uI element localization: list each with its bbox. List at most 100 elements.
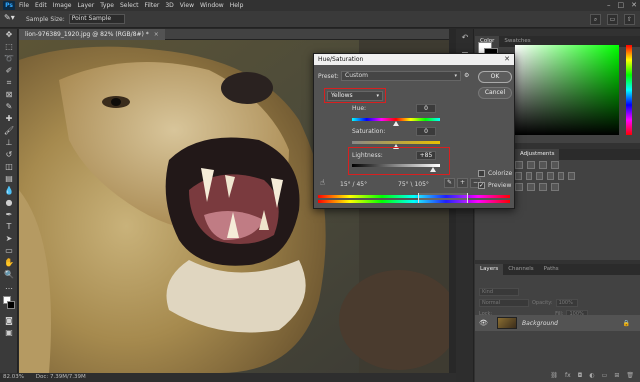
- tab-channels[interactable]: Channels: [503, 264, 538, 275]
- workspace-icon[interactable]: ▭: [607, 14, 618, 25]
- add-mask-icon[interactable]: ◘: [578, 372, 583, 382]
- color-balance-icon[interactable]: [536, 172, 544, 180]
- group-icon[interactable]: ▭: [602, 372, 608, 382]
- hand-adjust-icon[interactable]: ☝: [320, 178, 325, 187]
- marquee-tool-icon[interactable]: ⬚: [0, 41, 18, 53]
- hue-slider[interactable]: [626, 45, 632, 135]
- menu-view[interactable]: View: [180, 2, 194, 9]
- ok-button[interactable]: OK: [478, 71, 512, 83]
- menu-select[interactable]: Select: [120, 2, 139, 9]
- eraser-tool-icon[interactable]: ◫: [0, 161, 18, 173]
- threshold-icon[interactable]: [539, 183, 547, 191]
- menu-3d[interactable]: 3D: [165, 2, 173, 9]
- path-select-icon[interactable]: ➤: [0, 233, 18, 245]
- menu-help[interactable]: Help: [230, 2, 244, 9]
- brightness-contrast-icon[interactable]: [515, 161, 523, 169]
- healing-brush-icon[interactable]: ✚: [0, 113, 18, 125]
- foreground-background-colors[interactable]: [0, 293, 18, 315]
- preview-option[interactable]: ✓ Preview: [478, 182, 511, 189]
- eyedropper-icon[interactable]: ✎: [444, 178, 455, 188]
- document-tab[interactable]: lion-976389_1920.jpg @ 82% (RGB/8#) * ×: [19, 29, 165, 40]
- vibrance-icon[interactable]: [515, 172, 522, 180]
- opacity-input[interactable]: 100%: [555, 299, 578, 307]
- menu-image[interactable]: Image: [53, 2, 72, 9]
- dialog-close-icon[interactable]: ✕: [504, 54, 510, 65]
- colorize-checkbox[interactable]: [478, 170, 485, 177]
- curves-icon[interactable]: [539, 161, 547, 169]
- layer-style-icon[interactable]: fx: [565, 372, 571, 382]
- close-window-button[interactable]: ✕: [631, 1, 637, 9]
- clone-stamp-icon[interactable]: ⊥: [0, 137, 18, 149]
- hue-slider-thumb[interactable]: [393, 121, 399, 126]
- sample-size-select[interactable]: Point Sample: [68, 14, 125, 24]
- brush-tool-icon[interactable]: 🖌: [0, 125, 18, 137]
- posterize-icon[interactable]: [527, 183, 535, 191]
- layer-filter-select[interactable]: Kind: [479, 288, 519, 296]
- black-white-icon[interactable]: [547, 172, 554, 180]
- dodge-tool-icon[interactable]: ●: [0, 197, 18, 209]
- background-swatch[interactable]: [7, 301, 15, 309]
- zoom-tool-icon[interactable]: 🔍: [0, 269, 18, 281]
- link-layers-icon[interactable]: ⛓: [550, 372, 558, 382]
- invert-icon[interactable]: [515, 183, 523, 191]
- crop-tool-icon[interactable]: ⌗: [0, 77, 18, 89]
- levels-icon[interactable]: [527, 161, 535, 169]
- history-icon[interactable]: ↶: [456, 29, 474, 47]
- gradient-map-icon[interactable]: [551, 183, 559, 191]
- gear-icon[interactable]: ⚙: [464, 72, 469, 79]
- hue-saturation-icon[interactable]: [525, 172, 533, 180]
- color-range-selector[interactable]: [418, 193, 468, 203]
- tab-paths[interactable]: Paths: [539, 264, 564, 275]
- quick-mask-icon[interactable]: ◙: [0, 315, 18, 327]
- menu-type[interactable]: Type: [100, 2, 114, 9]
- visibility-eye-icon[interactable]: 👁: [479, 319, 489, 327]
- menu-window[interactable]: Window: [200, 2, 224, 9]
- adjustment-layer-icon[interactable]: ◐: [589, 372, 594, 382]
- search-icon[interactable]: ⌕: [590, 14, 601, 25]
- hand-tool-icon[interactable]: ✋: [0, 257, 18, 269]
- dialog-titlebar[interactable]: Hue/Saturation ✕: [314, 54, 514, 65]
- frame-tool-icon[interactable]: ⊠: [0, 89, 18, 101]
- menu-layer[interactable]: Layer: [77, 2, 94, 9]
- minimize-button[interactable]: –: [607, 1, 611, 9]
- preset-select[interactable]: Custom ▾: [341, 71, 461, 81]
- tab-adjustments[interactable]: Adjustments: [515, 149, 560, 160]
- gradient-tool-icon[interactable]: ▤: [0, 173, 18, 185]
- rectangle-tool-icon[interactable]: ▭: [0, 245, 18, 257]
- preview-checkbox[interactable]: ✓: [478, 182, 485, 189]
- pen-tool-icon[interactable]: ✒: [0, 209, 18, 221]
- hue-input[interactable]: 0: [416, 104, 436, 113]
- zoom-readout[interactable]: 82.03%: [3, 374, 24, 380]
- eyedropper-add-icon[interactable]: +: [457, 178, 468, 188]
- layer-name[interactable]: Background: [522, 320, 558, 327]
- maximize-button[interactable]: □: [618, 1, 625, 9]
- exposure-icon[interactable]: [551, 161, 559, 169]
- layer-row-background[interactable]: 👁 Background 🔒: [475, 315, 640, 331]
- cancel-button[interactable]: Cancel: [478, 87, 512, 99]
- more-tools-icon[interactable]: …: [0, 281, 18, 293]
- chevron-down-icon: ▾: [454, 73, 457, 79]
- eyedropper-icon[interactable]: ✎: [0, 101, 18, 113]
- trash-icon[interactable]: 🗑: [626, 372, 634, 382]
- blend-mode-select[interactable]: Normal: [479, 299, 529, 307]
- new-layer-icon[interactable]: ⊞: [614, 372, 619, 382]
- tab-layers[interactable]: Layers: [475, 264, 504, 275]
- close-document-icon[interactable]: ×: [154, 31, 159, 38]
- saturation-input[interactable]: 0: [416, 127, 436, 136]
- quick-select-tool-icon[interactable]: ✐: [0, 65, 18, 77]
- share-icon[interactable]: ⇧: [624, 14, 635, 25]
- colorize-option[interactable]: Colorize: [478, 170, 512, 177]
- channel-mixer-icon[interactable]: [568, 172, 576, 180]
- move-tool-icon[interactable]: ✥: [0, 29, 18, 41]
- screen-mode-icon[interactable]: ▣: [0, 327, 18, 339]
- blur-tool-icon[interactable]: 💧: [0, 185, 18, 197]
- type-tool-icon[interactable]: T: [0, 221, 18, 233]
- history-brush-icon[interactable]: ↺: [0, 149, 18, 161]
- color-picker-field[interactable]: [515, 45, 619, 135]
- menu-edit[interactable]: Edit: [35, 2, 47, 9]
- photo-filter-icon[interactable]: [557, 172, 565, 180]
- menu-filter[interactable]: Filter: [145, 2, 160, 9]
- menu-file[interactable]: File: [19, 2, 29, 9]
- lasso-tool-icon[interactable]: ➰: [0, 53, 18, 65]
- eyedropper-tool-icon[interactable]: ✎▾: [4, 13, 20, 25]
